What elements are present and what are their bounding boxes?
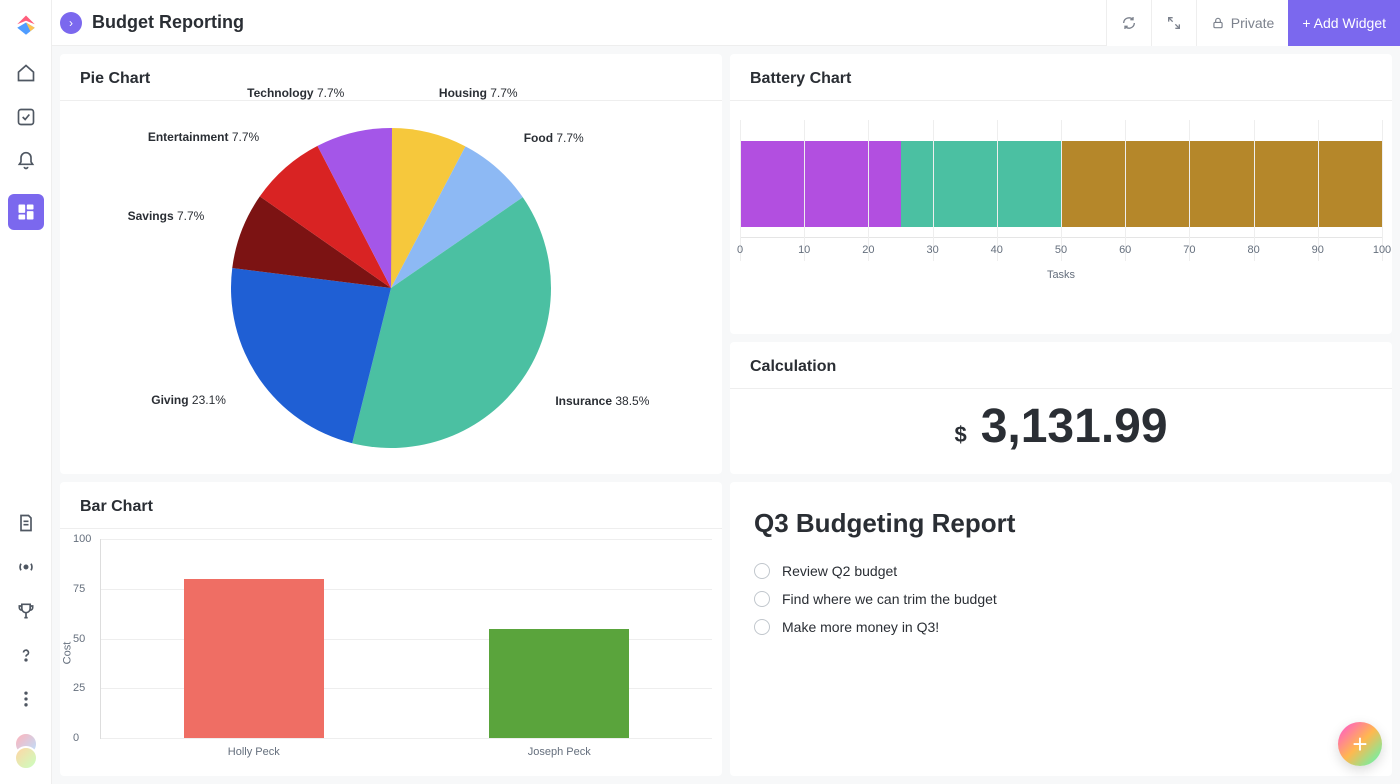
checklist-item: Review Q2 budget bbox=[754, 557, 1368, 585]
pie-label: Technology 7.7% bbox=[247, 86, 344, 100]
bell-icon[interactable] bbox=[15, 150, 37, 172]
topbar: › Budget Reporting Private + Add Widget bbox=[52, 0, 1400, 46]
calc-currency: $ bbox=[954, 422, 966, 448]
refresh-button[interactable] bbox=[1106, 0, 1151, 46]
home-icon[interactable] bbox=[15, 62, 37, 84]
axis-tick: 50 bbox=[73, 633, 85, 645]
private-button[interactable]: Private bbox=[1196, 0, 1289, 46]
checklist-item: Find where we can trim the budget bbox=[754, 585, 1368, 613]
axis-tick: 30 bbox=[926, 244, 938, 256]
checklist-item: Make more money in Q3! bbox=[754, 613, 1368, 641]
y-axis-label: Cost bbox=[61, 641, 73, 664]
radio-icon[interactable] bbox=[754, 619, 770, 635]
add-widget-button[interactable]: + Add Widget bbox=[1288, 0, 1400, 46]
pie-label: Insurance 38.5% bbox=[555, 394, 649, 408]
axis-tick: 40 bbox=[991, 244, 1003, 256]
axis-tick: 100 bbox=[73, 533, 91, 545]
pie-chart-card: Pie Chart Housing 7.7% Food 7.7% Insurance… bbox=[60, 54, 722, 474]
dashboard-grid: Pie Chart Housing 7.7% Food 7.7% Insurance… bbox=[52, 46, 1400, 784]
expand-button[interactable] bbox=[1151, 0, 1196, 46]
trophy-icon[interactable] bbox=[15, 600, 37, 622]
help-icon[interactable] bbox=[15, 644, 37, 666]
axis-tick: 90 bbox=[1312, 244, 1324, 256]
checklist-text: Review Q2 budget bbox=[782, 563, 897, 579]
checklist-text: Find where we can trim the budget bbox=[782, 591, 997, 607]
bar bbox=[489, 629, 629, 738]
bar bbox=[184, 579, 324, 738]
axis-tick: 60 bbox=[1119, 244, 1131, 256]
q3-title: Q3 Budgeting Report bbox=[754, 508, 1368, 539]
axis-tick: 70 bbox=[1183, 244, 1195, 256]
pie-label: Giving 23.1% bbox=[151, 393, 226, 407]
axis-tick: 100 bbox=[1373, 244, 1391, 256]
axis-tick: 0 bbox=[737, 244, 743, 256]
private-label: Private bbox=[1231, 15, 1275, 31]
broadcast-icon[interactable] bbox=[15, 556, 37, 578]
axis-tick: 80 bbox=[1247, 244, 1259, 256]
q3-report-card: Q3 Budgeting Report Review Q2 budget Find… bbox=[730, 482, 1392, 776]
bar-label: Joseph Peck bbox=[528, 746, 591, 758]
axis-tick: 0 bbox=[73, 732, 79, 744]
pie-label: Food 7.7% bbox=[524, 131, 584, 145]
avatar-group[interactable] bbox=[10, 732, 42, 772]
card-title: Pie Chart bbox=[60, 54, 722, 101]
axis-tick: 75 bbox=[73, 583, 85, 595]
app-logo-icon[interactable] bbox=[12, 12, 40, 40]
axis-tick: 50 bbox=[1055, 244, 1067, 256]
card-title: Bar Chart bbox=[60, 482, 722, 529]
battery-chart-card: Battery Chart 0 10 20 30 40 50 60 70 80 90 100 Task… bbox=[730, 54, 1392, 334]
calculation-card: Calculation $ 3,131.99 bbox=[730, 342, 1392, 474]
pie-label: Housing 7.7% bbox=[439, 86, 518, 100]
card-title: Calculation bbox=[730, 342, 1392, 389]
topbar-actions: Private + Add Widget bbox=[1106, 0, 1400, 46]
sidebar bbox=[0, 0, 52, 784]
doc-icon[interactable] bbox=[15, 512, 37, 534]
axis-tick: 10 bbox=[798, 244, 810, 256]
checkbox-icon[interactable] bbox=[15, 106, 37, 128]
radio-icon[interactable] bbox=[754, 591, 770, 607]
fab-add-button[interactable]: + bbox=[1338, 722, 1382, 766]
dashboard-icon[interactable] bbox=[8, 194, 44, 230]
calc-number: 3,131.99 bbox=[981, 399, 1168, 454]
axis-label: Tasks bbox=[740, 269, 1382, 281]
battery-segment bbox=[740, 141, 901, 227]
axis-tick: 25 bbox=[73, 682, 85, 694]
bar-chart-card: Bar Chart Cost0255075100Holly PeckJoseph… bbox=[60, 482, 722, 776]
more-icon[interactable] bbox=[15, 688, 37, 710]
checklist-text: Make more money in Q3! bbox=[782, 619, 939, 635]
pie-label: Savings 7.7% bbox=[128, 209, 205, 223]
card-title: Battery Chart bbox=[730, 54, 1392, 101]
battery-segment bbox=[1061, 141, 1382, 227]
bar-plot: 0255075100Holly PeckJoseph Peck bbox=[100, 539, 712, 739]
collapse-sidebar-button[interactable]: › bbox=[60, 12, 82, 34]
pie-chart bbox=[231, 128, 551, 448]
axis-tick: 20 bbox=[862, 244, 874, 256]
page-title: Budget Reporting bbox=[92, 12, 244, 33]
battery-segment bbox=[901, 141, 1062, 227]
radio-icon[interactable] bbox=[754, 563, 770, 579]
bar-label: Holly Peck bbox=[228, 746, 280, 758]
pie-label: Entertainment 7.7% bbox=[148, 130, 259, 144]
battery-axis: 0102030405060708090100 bbox=[740, 237, 1382, 261]
